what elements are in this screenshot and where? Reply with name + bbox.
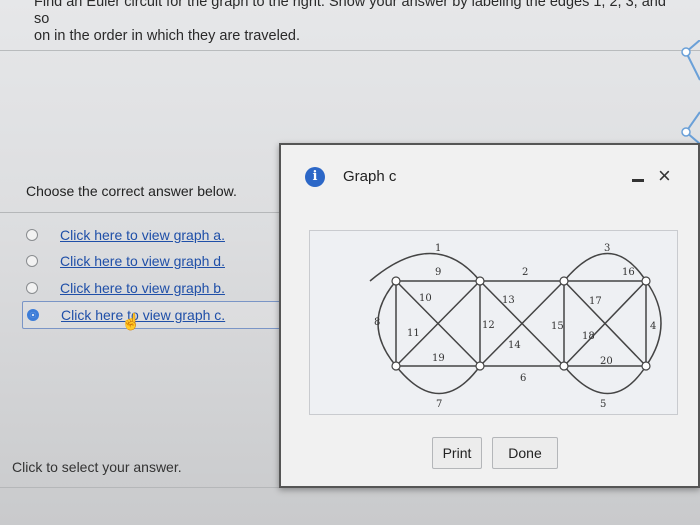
graph-vertex <box>391 276 401 286</box>
partial-graph-preview <box>681 40 700 145</box>
graph-image: 1 2 3 4 5 6 7 8 9 10 11 12 13 14 15 16 1… <box>309 230 678 415</box>
info-icon: i <box>305 167 325 187</box>
print-button[interactable]: Print <box>432 437 482 469</box>
edge-label: 15 <box>551 321 564 332</box>
radio-button-selected[interactable] <box>27 309 39 321</box>
modal-header: i Graph c × <box>281 145 698 187</box>
option-link[interactable]: Click here to view graph c. <box>61 307 225 323</box>
edge-label: 2 <box>522 267 528 278</box>
edge-label: 1 <box>435 243 441 254</box>
choose-prompt: Choose the correct answer below. <box>26 183 237 199</box>
divider <box>0 50 700 51</box>
graph-vertex <box>641 276 651 286</box>
option-link[interactable]: Click here to view graph b. <box>60 280 225 296</box>
edge-label: 5 <box>600 399 606 410</box>
question-line-2: on in the order in which they are travel… <box>34 28 300 44</box>
edge-label: 6 <box>520 373 526 384</box>
edge-label: 20 <box>600 356 613 367</box>
option-graph-a[interactable]: Click here to view graph a. <box>22 222 302 248</box>
radio-button[interactable] <box>26 255 38 267</box>
modal-title: Graph c <box>343 168 397 185</box>
close-icon[interactable]: × <box>658 165 671 187</box>
question-line-1: Find an Euler circuit for the graph to t… <box>34 0 666 27</box>
edge-label: 11 <box>407 328 420 339</box>
option-link[interactable]: Click here to view graph d. <box>60 253 225 269</box>
graph-edge <box>369 252 481 282</box>
edge-label: 18 <box>582 331 595 342</box>
edge-label: 17 <box>589 296 602 307</box>
edge-label: 14 <box>508 340 521 351</box>
edge-label: 13 <box>502 295 515 306</box>
graph-edge <box>377 280 397 367</box>
edge-label: 16 <box>622 267 635 278</box>
graph-c-diagram: 1 2 3 4 5 6 7 8 9 10 11 12 13 14 15 16 1… <box>369 243 662 410</box>
radio-button[interactable] <box>26 282 38 294</box>
option-graph-b[interactable]: Click here to view graph b. <box>22 275 302 301</box>
graph-vertex <box>559 276 569 286</box>
edge-label: 10 <box>419 293 432 304</box>
edge-label: 12 <box>482 320 495 331</box>
minimize-icon[interactable] <box>632 179 644 182</box>
graph-edge <box>563 365 647 395</box>
option-link[interactable]: Click here to view graph a. <box>60 227 225 243</box>
edge-label: 7 <box>436 399 442 410</box>
option-graph-d[interactable]: Click here to view graph d. <box>22 248 302 274</box>
edge-label: 9 <box>435 267 441 278</box>
edge-label: 4 <box>650 321 656 332</box>
graph-modal: i Graph c × 1 2 3 4 5 6 7 8 9 10 11 12 1… <box>279 143 700 488</box>
edge-label: 3 <box>604 243 610 254</box>
option-graph-c[interactable]: Click here to view graph c. <box>22 301 304 329</box>
graph-vertex <box>559 361 569 371</box>
graph-vertex <box>475 276 485 286</box>
graph-vertex <box>475 361 485 371</box>
radio-button[interactable] <box>26 229 38 241</box>
divider <box>0 212 300 213</box>
question-text: Find an Euler circuit for the graph to t… <box>34 0 674 45</box>
hint-text: Click to select your answer. <box>12 459 182 475</box>
hand-cursor-icon: ☝ <box>121 314 141 331</box>
graph-edge <box>395 365 481 395</box>
graph-vertex <box>641 361 651 371</box>
done-button[interactable]: Done <box>492 437 558 469</box>
edge-label: 8 <box>374 317 380 328</box>
graph-vertex <box>391 361 401 371</box>
edge-label: 19 <box>432 353 445 364</box>
